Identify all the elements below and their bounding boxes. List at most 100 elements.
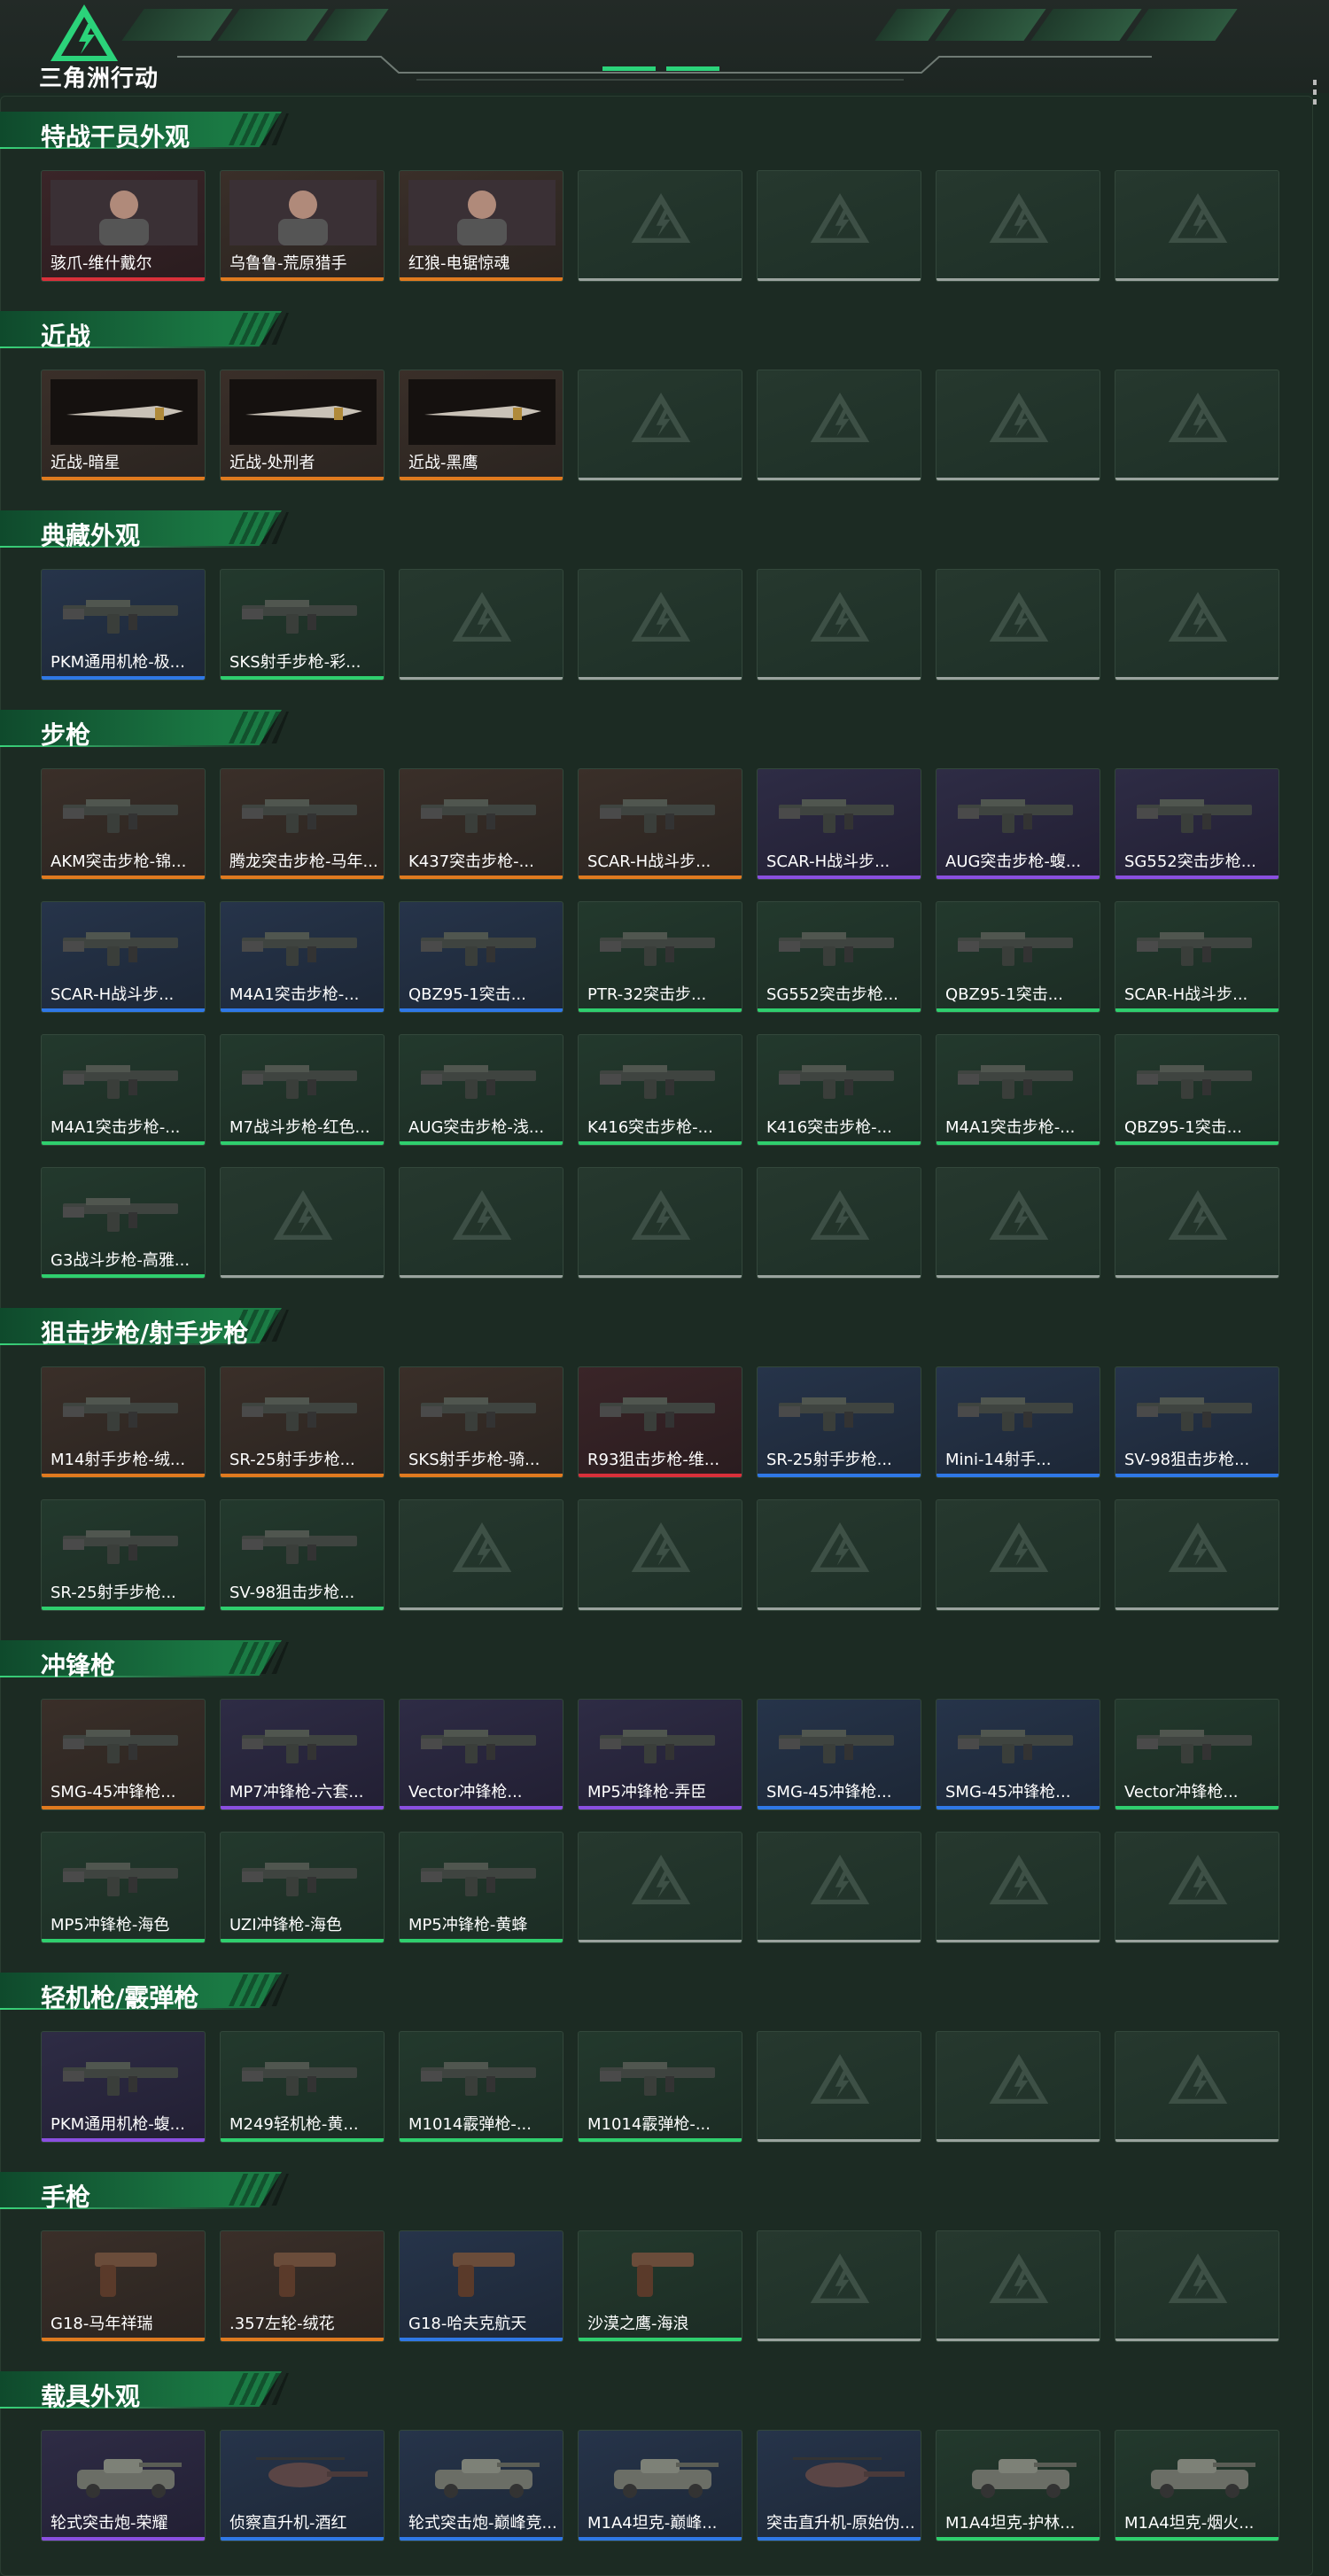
slot-bar: [1115, 2339, 1278, 2341]
item-card[interactable]: MP5冲锋枪-黄蜂: [399, 1832, 563, 1943]
item-card[interactable]: AUG突击步枪-蝮...: [936, 768, 1100, 880]
item-card[interactable]: M4A1突击步枪-...: [41, 1034, 206, 1146]
item-card[interactable]: MP5冲锋枪-海色: [41, 1832, 206, 1943]
item-card[interactable]: SMG-45冲锋枪...: [936, 1699, 1100, 1810]
item-card[interactable]: SKS射手步枪-彩...: [220, 569, 385, 681]
placeholder-logo-icon: [1167, 2051, 1229, 2111]
item-card[interactable]: 轮式突击炮-荣耀: [41, 2430, 206, 2541]
item-card[interactable]: SCAR-H战斗步...: [578, 768, 742, 880]
item-card[interactable]: M7战斗步枪-红色...: [220, 1034, 385, 1146]
item-card[interactable]: AKM突击步枪-锦...: [41, 768, 206, 880]
item-label: G3战斗步枪-高雅...: [51, 1251, 190, 1270]
item-card[interactable]: M4A1突击步枪-...: [936, 1034, 1100, 1146]
placeholder-logo-icon: [809, 589, 871, 649]
slot-bar: [937, 677, 1100, 680]
item-card[interactable]: SV-98狙击步枪...: [220, 1499, 385, 1611]
section-title: 步枪: [41, 720, 91, 750]
empty-slot: [936, 1167, 1100, 1279]
item-card[interactable]: 乌鲁鲁-荒原猎手: [220, 170, 385, 282]
item-card[interactable]: QBZ95-1突击...: [399, 901, 563, 1013]
item-card[interactable]: 骇爪-维什戴尔: [41, 170, 206, 282]
item-card[interactable]: SKS射手步枪-骑...: [399, 1366, 563, 1478]
empty-slot: [1115, 2031, 1279, 2143]
item-card[interactable]: SCAR-H战斗步...: [1115, 901, 1279, 1013]
scroll-indicator[interactable]: [1313, 80, 1317, 109]
item-card[interactable]: SR-25射手步枪...: [41, 1499, 206, 1611]
item-card[interactable]: M1014霰弹枪-...: [578, 2031, 742, 2143]
rarity-bar: [42, 2338, 205, 2341]
empty-slot: [399, 569, 563, 681]
item-card[interactable]: SMG-45冲锋枪...: [757, 1699, 921, 1810]
item-card[interactable]: SCAR-H战斗步...: [41, 901, 206, 1013]
slot-bar: [400, 1275, 563, 1278]
item-card[interactable]: SV-98狙击步枪...: [1115, 1366, 1279, 1478]
slot-bar: [579, 278, 742, 281]
item-card[interactable]: Vector冲锋枪...: [399, 1699, 563, 1810]
item-card[interactable]: G3战斗步枪-高雅...: [41, 1167, 206, 1279]
item-card[interactable]: 侦察直升机-酒红: [220, 2430, 385, 2541]
item-card[interactable]: G18-哈夫克航天: [399, 2230, 563, 2342]
placeholder-logo-icon: [988, 1187, 1050, 1247]
item-card[interactable]: .357左轮-绒花: [220, 2230, 385, 2342]
item-card[interactable]: K416突击步枪-...: [578, 1034, 742, 1146]
item-card[interactable]: SG552突击步枪...: [1115, 768, 1279, 880]
item-card[interactable]: MP5冲锋枪-弄臣: [578, 1699, 742, 1810]
rarity-bar: [400, 1008, 563, 1012]
item-card[interactable]: SR-25射手步枪...: [757, 1366, 921, 1478]
item-card[interactable]: 红狼-电锯惊魂: [399, 170, 563, 282]
item-card[interactable]: QBZ95-1突击...: [936, 901, 1100, 1013]
item-card[interactable]: M4A1突击步枪-...: [220, 901, 385, 1013]
item-card[interactable]: MP7冲锋枪-六套...: [220, 1699, 385, 1810]
item-card[interactable]: PTR-32突击步...: [578, 901, 742, 1013]
item-card[interactable]: M249轻机枪-黄...: [220, 2031, 385, 2143]
rarity-bar: [579, 1008, 742, 1012]
rarity-bar: [42, 277, 205, 281]
item-card[interactable]: M14射手步枪-绒...: [41, 1366, 206, 1478]
item-card[interactable]: AUG突击步枪-浅...: [399, 1034, 563, 1146]
item-card[interactable]: UZI冲锋枪-海色: [220, 1832, 385, 1943]
placeholder-logo-icon: [451, 1187, 513, 1247]
item-card[interactable]: SCAR-H战斗步...: [757, 768, 921, 880]
item-card[interactable]: Vector冲锋枪...: [1115, 1699, 1279, 1810]
item-label: G18-哈夫克航天: [408, 2315, 527, 2333]
item-card[interactable]: R93狙击步枪-维...: [578, 1366, 742, 1478]
item-card[interactable]: SG552突击步枪...: [757, 901, 921, 1013]
item-card[interactable]: Mini-14射手...: [936, 1366, 1100, 1478]
item-card[interactable]: K437突击步枪-...: [399, 768, 563, 880]
item-card[interactable]: PKM通用机枪-蝮...: [41, 2031, 206, 2143]
item-label: SV-98狙击步枪...: [1124, 1451, 1250, 1469]
item-card[interactable]: 近战-黑鹰: [399, 370, 563, 481]
item-card[interactable]: M1A4坦克-烟火...: [1115, 2430, 1279, 2541]
item-label: MP5冲锋枪-海色: [51, 1916, 170, 1934]
header-divider: [177, 56, 1152, 81]
section-4: 狙击步枪/射手步枪 M14射手步枪-绒... SR-25射手步枪... SKS射手步枪…: [0, 1303, 1329, 1611]
item-label: .357左轮-绒花: [229, 2315, 335, 2333]
rarity-bar: [42, 477, 205, 480]
item-card[interactable]: M1A4坦克-护林...: [936, 2430, 1100, 2541]
item-card[interactable]: PKM通用机枪-极...: [41, 569, 206, 681]
placeholder-logo-icon: [630, 1520, 692, 1579]
item-card[interactable]: 腾龙突击步枪-马年...: [220, 768, 385, 880]
placeholder-logo-icon: [451, 589, 513, 649]
item-card[interactable]: 轮式突击炮-巅峰竞...: [399, 2430, 563, 2541]
item-card[interactable]: G18-马年祥瑞: [41, 2230, 206, 2342]
item-card[interactable]: K416突击步枪-...: [757, 1034, 921, 1146]
slot-bar: [1115, 1275, 1278, 1278]
section-header: 近战: [0, 306, 292, 351]
item-card[interactable]: 近战-暗星: [41, 370, 206, 481]
item-card[interactable]: 沙漠之鹰-海浪: [578, 2230, 742, 2342]
item-card[interactable]: QBZ95-1突击...: [1115, 1034, 1279, 1146]
slot-bar: [579, 1940, 742, 1942]
item-card[interactable]: SMG-45冲锋枪...: [41, 1699, 206, 1810]
section-title: 典藏外观: [41, 521, 141, 550]
item-label: Vector冲锋枪...: [408, 1783, 523, 1802]
placeholder-logo-icon: [1167, 589, 1229, 649]
section-2: 典藏外观 PKM通用机枪-极... SKS射手步枪-彩...: [0, 505, 1329, 681]
section-header: 典藏外观: [0, 505, 292, 550]
item-card[interactable]: M1014霰弹枪-...: [399, 2031, 563, 2143]
item-card[interactable]: 突击直升机-原始伪...: [757, 2430, 921, 2541]
item-card[interactable]: SR-25射手步枪...: [220, 1366, 385, 1478]
slot-bar: [1115, 1940, 1278, 1942]
item-card[interactable]: 近战-处刑者: [220, 370, 385, 481]
item-card[interactable]: M1A4坦克-巅峰...: [578, 2430, 742, 2541]
